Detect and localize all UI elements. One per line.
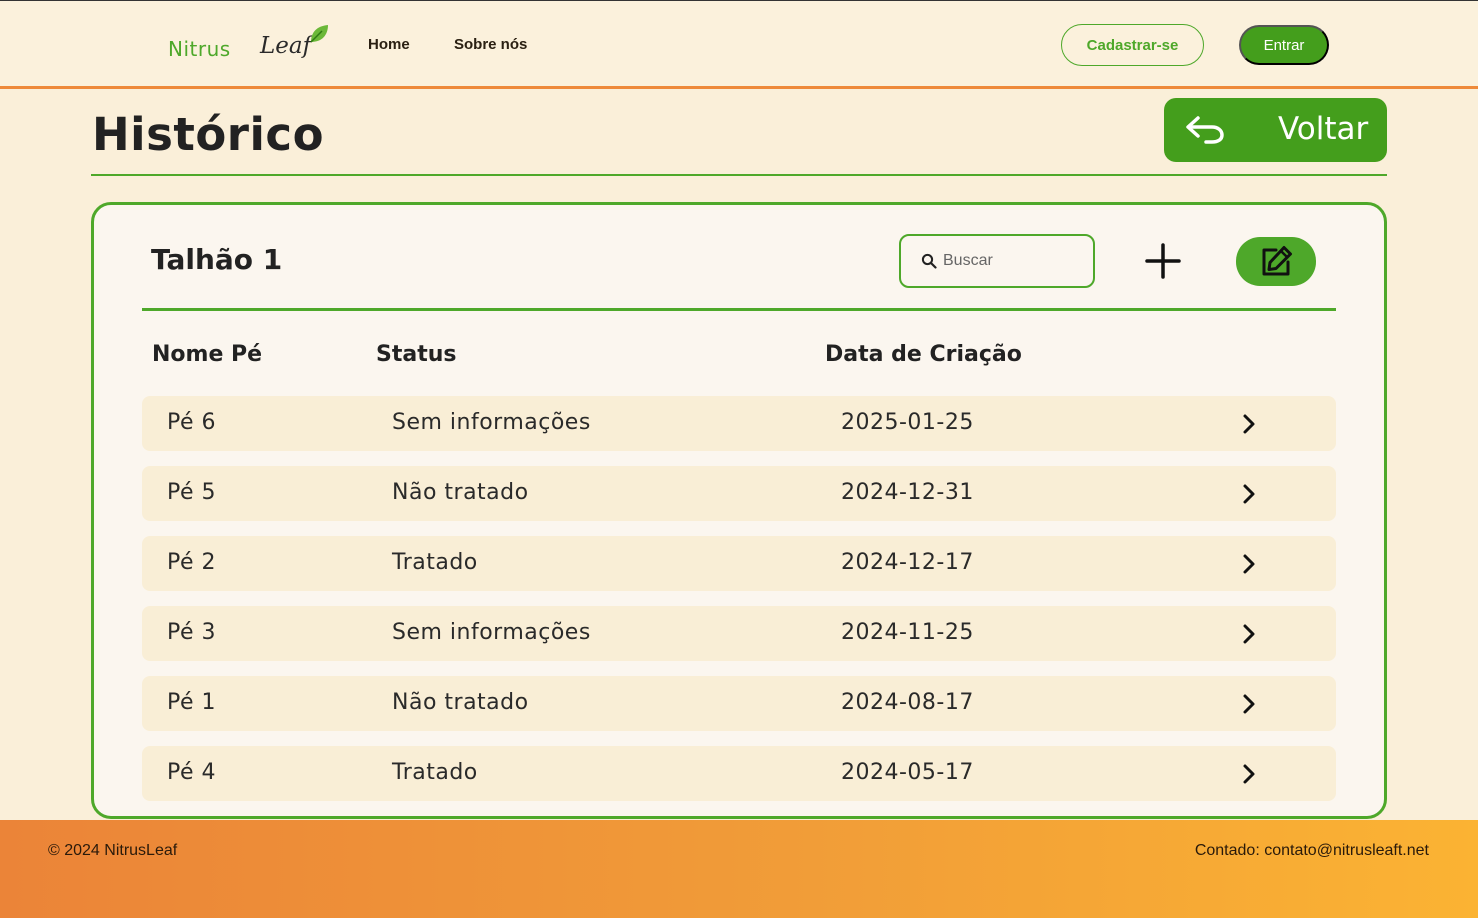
table-row[interactable]: Pé 2 Tratado 2024-12-17	[142, 536, 1336, 591]
row-status: Não tratado	[392, 480, 529, 505]
row-name: Pé 1	[167, 690, 217, 715]
title-divider	[91, 174, 1387, 176]
search-box[interactable]	[899, 234, 1095, 288]
row-name: Pé 6	[167, 410, 217, 435]
brand-logo[interactable]: Nitrus Leaf	[168, 23, 333, 63]
footer-copyright: © 2024 NitrusLeaf	[48, 842, 178, 859]
column-header-status: Status	[376, 342, 457, 367]
table-row[interactable]: Pé 6 Sem informações 2025-01-25	[142, 396, 1336, 451]
top-navbar: Nitrus Leaf Home Sobre nós Cadastrar-se …	[0, 0, 1478, 89]
column-header-name: Nome Pé	[152, 342, 263, 367]
row-status: Tratado	[392, 550, 478, 575]
table-row[interactable]: Pé 1 Não tratado 2024-08-17	[142, 676, 1336, 731]
add-button[interactable]	[1144, 242, 1182, 280]
chevron-right-icon[interactable]	[1242, 693, 1256, 715]
chevron-right-icon[interactable]	[1242, 623, 1256, 645]
row-status: Tratado	[392, 760, 478, 785]
signup-button[interactable]: Cadastrar-se	[1061, 24, 1204, 66]
table-row[interactable]: Pé 4 Tratado 2024-05-17	[142, 746, 1336, 801]
leaf-icon	[310, 25, 328, 43]
card-divider	[142, 308, 1336, 311]
row-status: Sem informações	[392, 410, 591, 435]
history-card: Talhão 1 Nome Pé Status Data de Criação …	[91, 202, 1387, 819]
nav-about-link[interactable]: Sobre nós	[454, 36, 527, 53]
chevron-right-icon[interactable]	[1242, 763, 1256, 785]
row-date: 2024-08-17	[841, 690, 974, 715]
logo-text-nitrus: Nitrus	[168, 37, 231, 61]
footer-contact: Contado: contato@nitrusleaft.net	[1194, 842, 1429, 859]
chevron-right-icon[interactable]	[1242, 413, 1256, 435]
search-input[interactable]	[943, 250, 1083, 272]
edit-button[interactable]	[1236, 237, 1316, 286]
edit-icon	[1262, 245, 1292, 275]
back-button-label: Voltar	[1278, 111, 1369, 147]
table-row[interactable]: Pé 5 Não tratado 2024-12-31	[142, 466, 1336, 521]
row-name: Pé 3	[167, 620, 217, 645]
row-date: 2024-11-25	[841, 620, 974, 645]
plus-icon	[1145, 243, 1181, 279]
page-title: Histórico	[92, 108, 325, 161]
back-button[interactable]: Voltar	[1164, 98, 1387, 162]
undo-arrow-icon	[1186, 116, 1224, 144]
card-title: Talhão 1	[151, 243, 283, 276]
footer: © 2024 NitrusLeaf Contado: contato@nitru…	[0, 820, 1478, 918]
login-button[interactable]: Entrar	[1239, 25, 1329, 65]
search-icon	[921, 253, 937, 269]
row-status: Não tratado	[392, 690, 529, 715]
row-name: Pé 5	[167, 480, 217, 505]
table-row[interactable]: Pé 3 Sem informações 2024-11-25	[142, 606, 1336, 661]
row-name: Pé 4	[167, 760, 217, 785]
row-status: Sem informações	[392, 620, 591, 645]
logo-text-leaf: Leaf	[260, 33, 312, 59]
row-name: Pé 2	[167, 550, 217, 575]
chevron-right-icon[interactable]	[1242, 483, 1256, 505]
column-header-date: Data de Criação	[825, 342, 1022, 367]
row-date: 2024-12-31	[841, 480, 974, 505]
row-date: 2024-05-17	[841, 760, 974, 785]
row-date: 2025-01-25	[841, 410, 974, 435]
row-date: 2024-12-17	[841, 550, 974, 575]
chevron-right-icon[interactable]	[1242, 553, 1256, 575]
nav-home-link[interactable]: Home	[368, 36, 410, 53]
